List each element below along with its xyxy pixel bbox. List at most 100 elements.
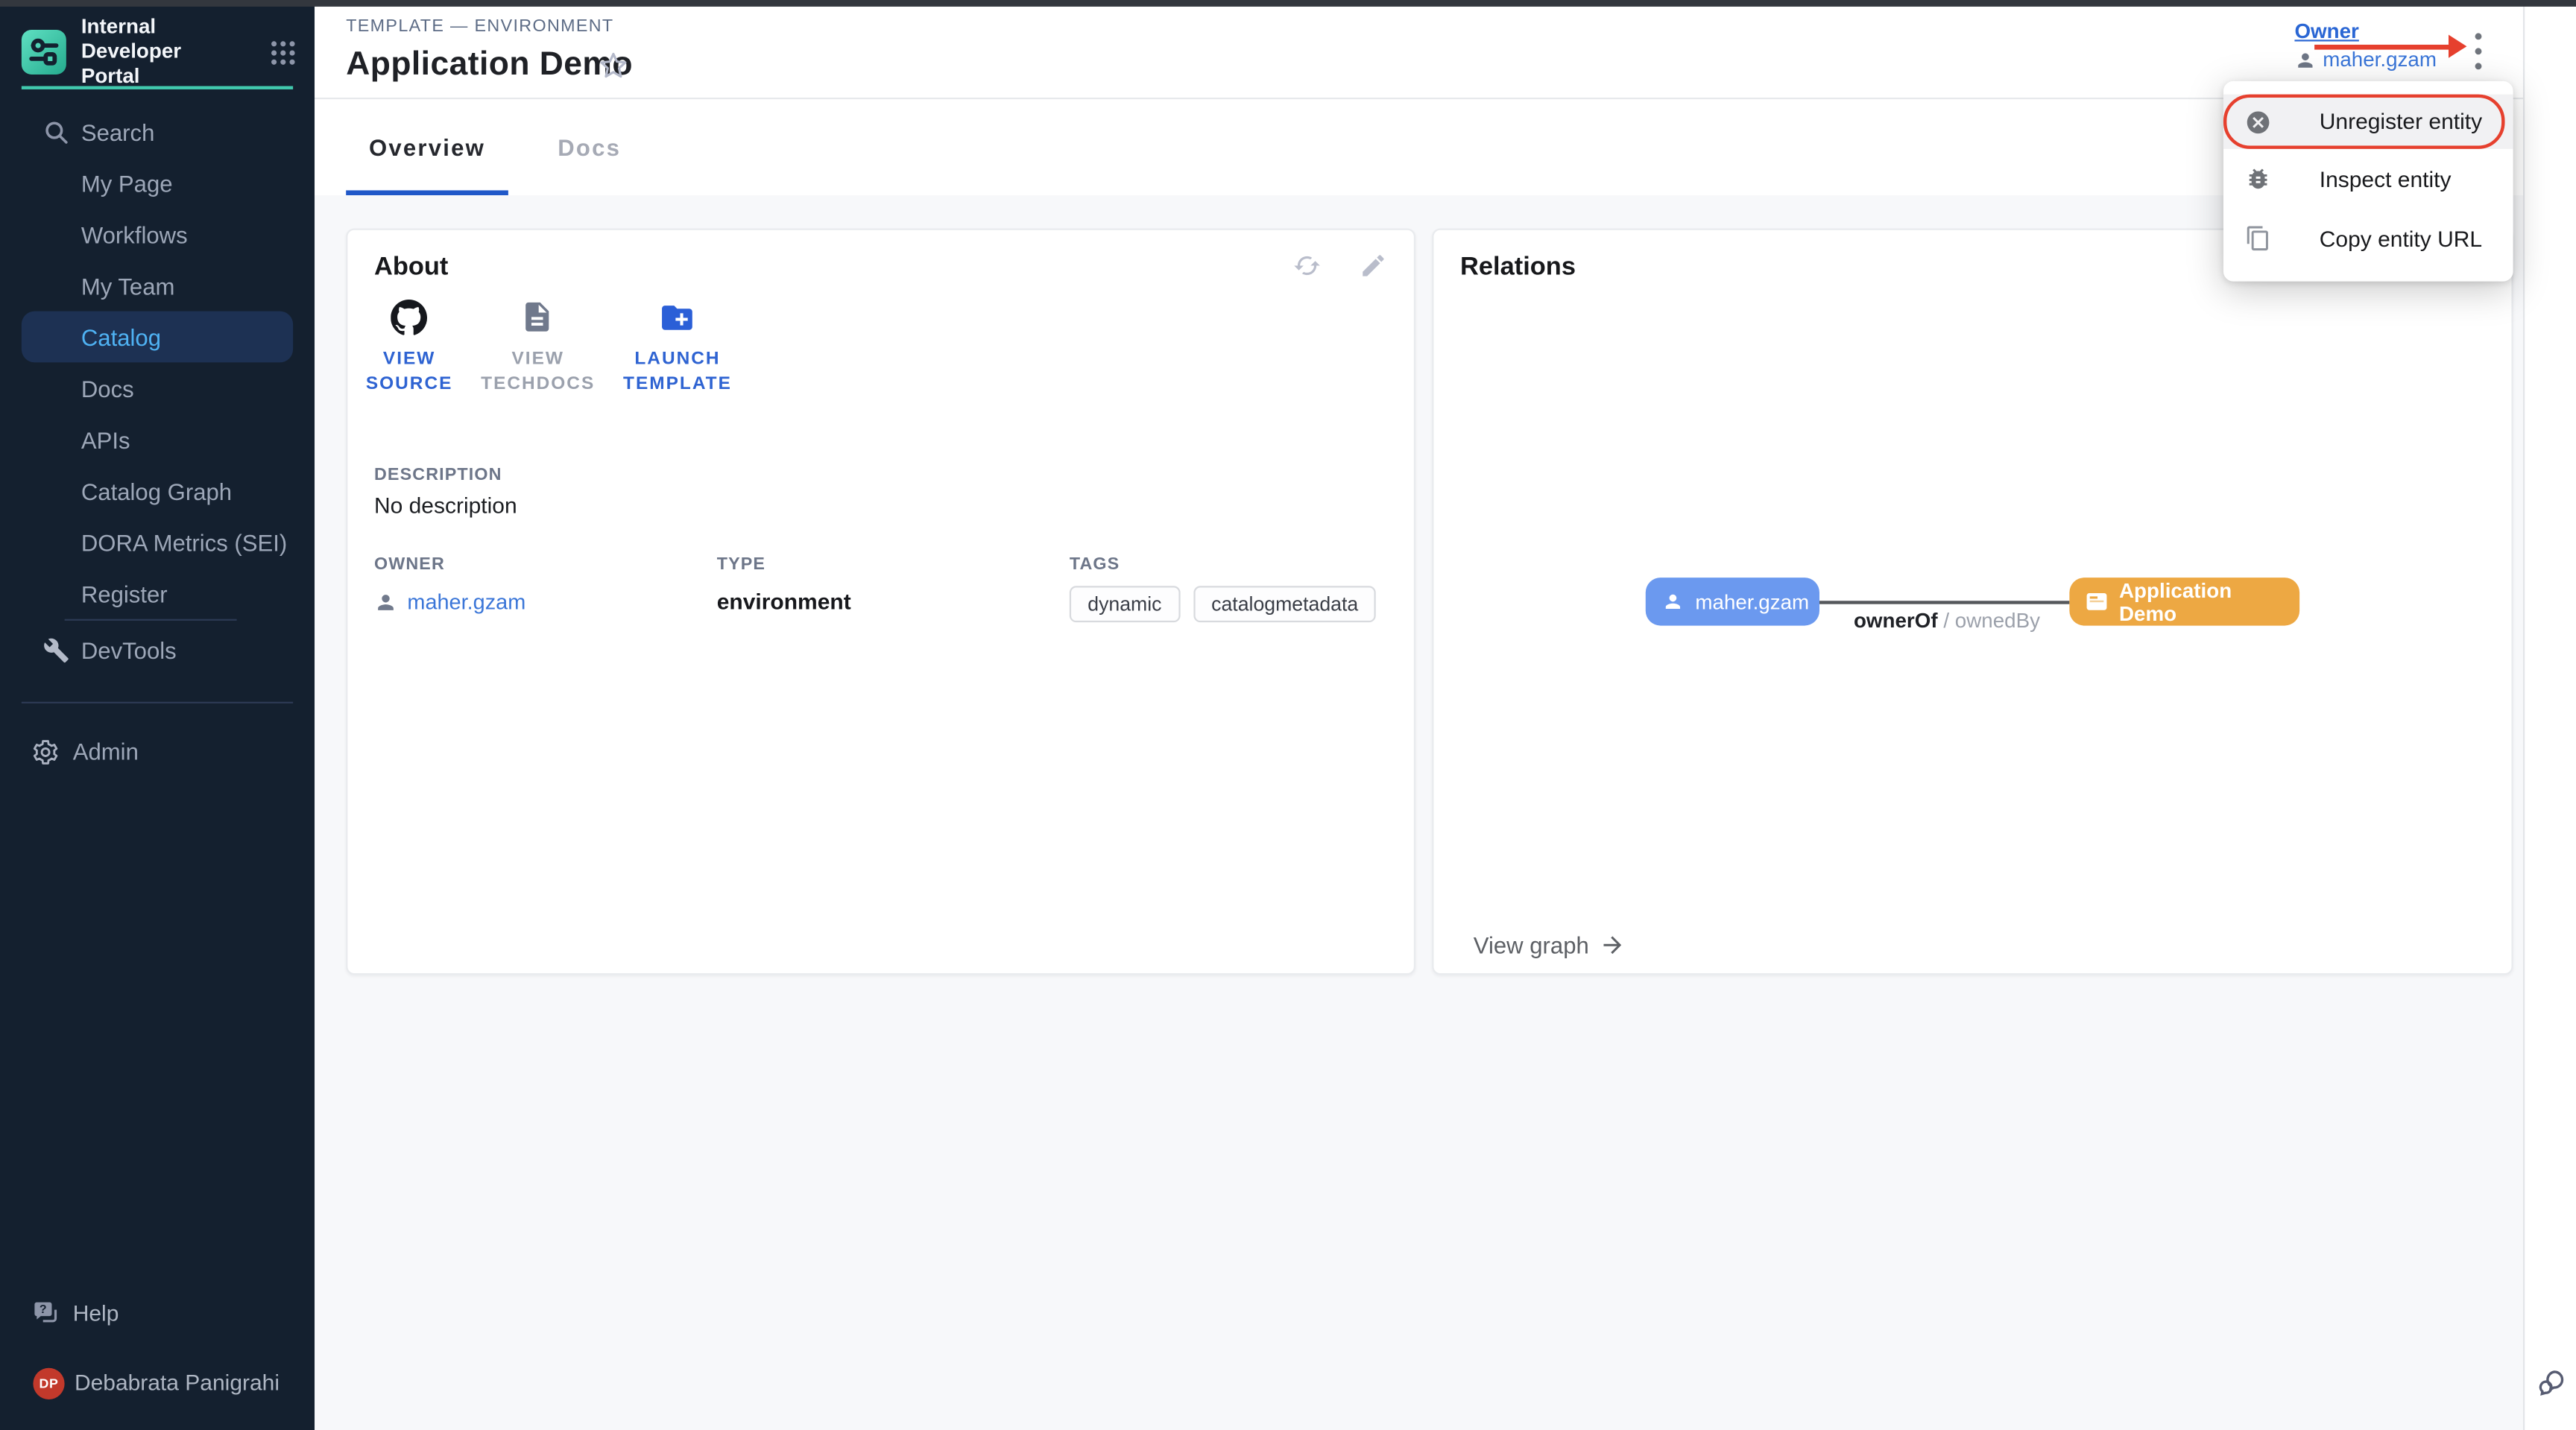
sidebar-item-devtools[interactable]: DevTools xyxy=(0,624,315,675)
wrench-icon xyxy=(43,636,70,663)
relations-card: Relations ownerOf / ownedBy maher.gzam xyxy=(1432,229,2513,975)
user-name: Debabrata Panigrahi xyxy=(75,1370,280,1395)
launch-template-link[interactable]: LAUNCHTEMPLATE xyxy=(623,300,732,397)
sidebar-item-label: APIs xyxy=(81,426,130,453)
bug-icon xyxy=(2245,165,2272,192)
owner-link[interactable]: Owner xyxy=(2294,20,2437,43)
sidebar-item-label: DORA Metrics (SEI) xyxy=(81,529,287,556)
sidebar-item-label: Register xyxy=(81,580,168,607)
user-avatar: DP xyxy=(33,1367,64,1399)
cancel-circle-icon xyxy=(2245,108,2272,135)
relation-node-user-label: maher.gzam xyxy=(1695,590,1809,613)
right-edge-panel xyxy=(2523,0,2576,1430)
refresh-icon[interactable] xyxy=(1293,252,1322,280)
sidebar-item-apis[interactable]: APIs xyxy=(0,414,315,465)
sidebar-user[interactable]: DP Debabrata Panigrahi xyxy=(0,1355,315,1410)
about-tags-column: TAGS dynamic catalogmetadata xyxy=(1070,554,1377,622)
sidebar-item-label: My Team xyxy=(81,272,175,299)
view-source-link[interactable]: VIEWSOURCE xyxy=(366,300,453,397)
person-icon xyxy=(2294,49,2316,71)
copy-icon xyxy=(2245,225,2272,252)
sidebar-item-label: Catalog Graph xyxy=(81,478,232,504)
content-area: About VIEWSOURCE xyxy=(315,195,2576,1430)
breadcrumb: TEMPLATE — ENVIRONMENT xyxy=(346,16,613,37)
type-field-label: TYPE xyxy=(717,554,851,575)
about-owner-column: OWNER maher.gzam xyxy=(374,554,525,614)
sidebar-item-catalog-graph[interactable]: Catalog Graph xyxy=(0,465,315,516)
docs-file-icon xyxy=(520,300,556,336)
about-card: About VIEWSOURCE xyxy=(346,229,1415,975)
apps-grid-icon[interactable] xyxy=(270,39,297,66)
menu-item-unregister-entity[interactable]: Unregister entity xyxy=(2223,95,2513,149)
main-area: TEMPLATE — ENVIRONMENT Application Demo … xyxy=(315,0,2576,1430)
tags-field-label: TAGS xyxy=(1070,554,1377,575)
sidebar-item-label: My Page xyxy=(81,170,173,197)
view-techdocs-label: VIEWTECHDOCS xyxy=(481,347,595,397)
header-owner-value[interactable]: maher.gzam xyxy=(2294,48,2437,71)
sidebar-logo-row: Internal Developer Portal xyxy=(22,15,297,89)
person-icon xyxy=(1662,591,1684,613)
relation-edge xyxy=(1819,601,2069,604)
search-icon xyxy=(43,118,70,145)
relation-node-entity[interactable]: Application Demo xyxy=(2069,578,2299,625)
tag-chip: catalogmetadata xyxy=(1193,586,1377,622)
owner-field-label: OWNER xyxy=(374,554,525,575)
sidebar-accent-divider xyxy=(22,86,293,89)
sidebar: Internal Developer Portal Search My Pa xyxy=(0,0,315,1430)
sidebar-item-search[interactable]: Search xyxy=(0,106,315,157)
template-card-icon xyxy=(2086,591,2108,613)
sidebar-item-label: Workflows xyxy=(81,221,188,248)
about-type-column: TYPE environment xyxy=(717,554,851,614)
tag-chip: dynamic xyxy=(1070,586,1180,622)
person-icon xyxy=(374,590,397,613)
relation-node-user[interactable]: maher.gzam xyxy=(1646,578,1819,625)
relation-node-entity-label: Application Demo xyxy=(2119,578,2279,624)
view-graph-link[interactable]: View graph xyxy=(1474,931,1626,958)
view-techdocs-link: VIEWTECHDOCS xyxy=(481,300,595,397)
menu-item-label: Unregister entity xyxy=(2320,110,2482,134)
sidebar-item-label: DevTools xyxy=(81,636,177,663)
sidebar-item-label: Admin xyxy=(73,738,139,765)
help-chat-icon: ? xyxy=(31,1300,60,1328)
owner-block: Owner maher.gzam xyxy=(2294,20,2437,72)
launch-template-label: LAUNCHTEMPLATE xyxy=(623,347,732,397)
svg-text:?: ? xyxy=(40,1303,47,1315)
screen: Internal Developer Portal Search My Pa xyxy=(0,0,2576,1430)
sidebar-item-my-page[interactable]: My Page xyxy=(0,157,315,209)
sidebar-item-register[interactable]: Register xyxy=(0,568,315,619)
active-tab-underline xyxy=(346,190,508,195)
tab-docs[interactable]: Docs xyxy=(525,99,654,195)
support-chat-icon[interactable] xyxy=(2536,1367,2568,1399)
app-title: Internal Developer Portal xyxy=(81,15,240,89)
sidebar-item-label: Docs xyxy=(81,375,134,402)
tab-overview[interactable]: Overview xyxy=(346,99,508,195)
github-icon xyxy=(391,300,428,336)
sidebar-item-my-team[interactable]: My Team xyxy=(0,260,315,311)
favorite-star-icon[interactable] xyxy=(599,51,628,80)
view-source-label: VIEWSOURCE xyxy=(366,347,453,397)
about-owner-value[interactable]: maher.gzam xyxy=(407,589,525,614)
about-type-value: environment xyxy=(717,589,851,614)
menu-item-copy-entity-url[interactable]: Copy entity URL xyxy=(2223,209,2513,268)
window-top-edge xyxy=(0,0,2576,7)
about-links-row: VIEWSOURCE VIEWTECHDOCS xyxy=(366,300,732,397)
gear-icon xyxy=(31,738,58,765)
sidebar-item-admin[interactable]: Admin xyxy=(0,725,315,776)
folder-plus-icon xyxy=(660,300,696,336)
sidebar-item-catalog[interactable]: Catalog xyxy=(22,311,293,363)
menu-item-label: Copy entity URL xyxy=(2320,226,2482,250)
page-title: Application Demo xyxy=(346,46,633,84)
sidebar-item-docs[interactable]: Docs xyxy=(0,362,315,414)
sidebar-divider xyxy=(22,702,293,703)
edit-pencil-icon[interactable] xyxy=(1360,252,1388,280)
entity-context-menu-button[interactable] xyxy=(2470,31,2487,71)
menu-item-label: Inspect entity xyxy=(2320,166,2452,191)
sidebar-item-workflows[interactable]: Workflows xyxy=(0,209,315,260)
description-label: DESCRIPTION xyxy=(374,465,502,485)
owner-value-label: maher.gzam xyxy=(2323,48,2437,71)
menu-item-inspect-entity[interactable]: Inspect entity xyxy=(2223,149,2513,209)
description-value: No description xyxy=(374,493,517,518)
sidebar-item-help[interactable]: ? Help xyxy=(0,1288,315,1339)
help-label: Help xyxy=(73,1301,119,1326)
sidebar-item-dora-metrics[interactable]: DORA Metrics (SEI) xyxy=(0,516,315,568)
